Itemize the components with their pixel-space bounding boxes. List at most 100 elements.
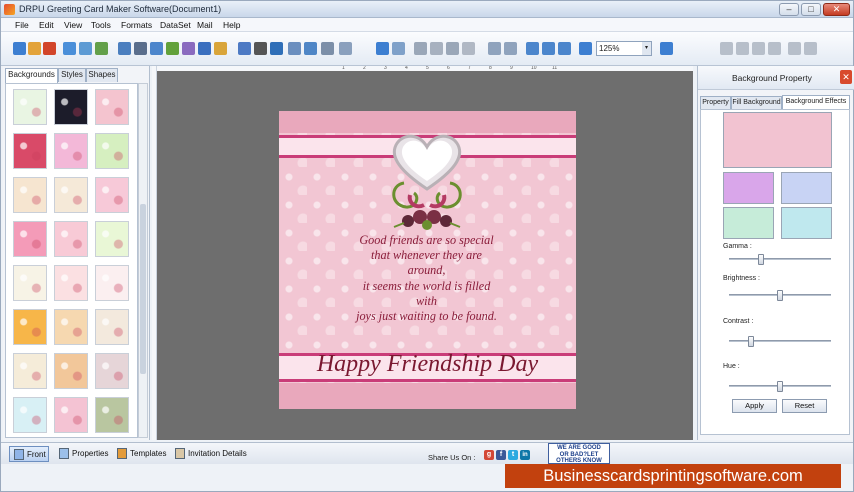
brightness-slider[interactable] bbox=[729, 290, 831, 301]
save-icon[interactable] bbox=[63, 42, 76, 55]
background-thumbnail[interactable] bbox=[54, 221, 88, 257]
print-icon[interactable] bbox=[134, 42, 147, 55]
delete-icon[interactable] bbox=[462, 42, 475, 55]
background-thumbnail[interactable] bbox=[54, 397, 88, 433]
slider-knob[interactable] bbox=[748, 336, 755, 347]
menu-dataset[interactable]: DataSet bbox=[160, 20, 191, 30]
background-thumbnail[interactable] bbox=[13, 221, 47, 257]
background-thumbnail[interactable] bbox=[13, 265, 47, 301]
effect-swatch[interactable] bbox=[723, 207, 774, 239]
hue-slider[interactable] bbox=[729, 381, 831, 392]
background-thumbnail[interactable] bbox=[95, 353, 129, 389]
undo-icon[interactable] bbox=[376, 42, 389, 55]
menu-tools[interactable]: Tools bbox=[91, 20, 111, 30]
heart-frame-icon[interactable] bbox=[384, 125, 470, 235]
background-thumbnail[interactable] bbox=[95, 309, 129, 345]
menu-file[interactable]: File bbox=[15, 20, 29, 30]
chevron-down-icon[interactable]: ▾ bbox=[642, 42, 651, 55]
new-icon[interactable] bbox=[13, 42, 26, 55]
facebook-icon[interactable]: f bbox=[496, 450, 506, 460]
background-thumbnail[interactable] bbox=[95, 177, 129, 213]
copy-icon[interactable] bbox=[150, 42, 163, 55]
fit-icon[interactable] bbox=[542, 42, 555, 55]
copy-doc-icon[interactable] bbox=[430, 42, 443, 55]
word-art-icon[interactable] bbox=[238, 42, 251, 55]
background-thumbnail[interactable] bbox=[13, 177, 47, 213]
left-panel-scrollbar[interactable] bbox=[138, 83, 148, 438]
barcode-icon[interactable] bbox=[254, 42, 267, 55]
save-as-icon[interactable] bbox=[79, 42, 92, 55]
background-thumbnail[interactable] bbox=[54, 265, 88, 301]
background-thumbnail[interactable] bbox=[95, 133, 129, 169]
paste-icon[interactable] bbox=[446, 42, 459, 55]
lock-icon[interactable] bbox=[720, 42, 733, 55]
export-icon[interactable] bbox=[95, 42, 108, 55]
tab-background-effects[interactable]: Background Effects bbox=[782, 95, 850, 109]
slider-knob[interactable] bbox=[777, 290, 783, 301]
image-icon[interactable] bbox=[166, 42, 179, 55]
card-message[interactable]: Good friends are so special that wheneve… bbox=[319, 233, 534, 324]
background-thumbnail[interactable] bbox=[13, 133, 47, 169]
zoom-combo[interactable]: 125% ▾ bbox=[596, 41, 652, 56]
pen-icon[interactable] bbox=[198, 42, 211, 55]
menu-formats[interactable]: Formats bbox=[121, 20, 152, 30]
effect-swatch[interactable] bbox=[781, 172, 832, 204]
center-icon[interactable] bbox=[558, 42, 571, 55]
slider-knob[interactable] bbox=[757, 254, 764, 265]
print-preview-icon[interactable] bbox=[118, 42, 131, 55]
card-headline[interactable]: Happy Friendship Day bbox=[279, 351, 576, 378]
align-right-icon[interactable] bbox=[504, 42, 517, 55]
arrow-down-icon[interactable] bbox=[804, 42, 817, 55]
invitation-details-button[interactable]: Invitation Details bbox=[171, 446, 251, 462]
close-icon[interactable]: ✕ bbox=[840, 70, 852, 84]
menu-view[interactable]: View bbox=[64, 20, 82, 30]
menu-help[interactable]: Help bbox=[223, 20, 240, 30]
scrollbar-thumb[interactable] bbox=[140, 204, 146, 374]
reset-button[interactable]: Reset bbox=[782, 399, 827, 413]
twitter-icon[interactable]: t bbox=[508, 450, 518, 460]
feedback-badge[interactable]: WE ARE GOOD OR BAD?LET OTHERS KNOW bbox=[548, 443, 610, 464]
contrast-slider[interactable] bbox=[729, 336, 831, 347]
properties-button[interactable]: Properties bbox=[55, 446, 111, 462]
menu-mail[interactable]: Mail bbox=[197, 20, 213, 30]
text-icon[interactable] bbox=[270, 42, 283, 55]
background-thumbnail[interactable] bbox=[54, 177, 88, 213]
close-icon[interactable] bbox=[43, 42, 56, 55]
background-thumbnail[interactable] bbox=[54, 89, 88, 125]
align-left-icon[interactable] bbox=[488, 42, 501, 55]
background-thumbnail[interactable] bbox=[54, 309, 88, 345]
grid-icon[interactable] bbox=[526, 42, 539, 55]
rectangle-icon[interactable] bbox=[304, 42, 317, 55]
tab-fill-background[interactable]: Fill Background bbox=[731, 96, 782, 109]
background-thumbnail[interactable] bbox=[13, 353, 47, 389]
close-window-button[interactable]: ✕ bbox=[823, 3, 850, 16]
background-thumbnail[interactable] bbox=[13, 89, 47, 125]
background-thumbnail[interactable] bbox=[54, 133, 88, 169]
page-setup-icon[interactable] bbox=[339, 42, 352, 55]
arrow-left-icon[interactable] bbox=[752, 42, 765, 55]
arrow-right-icon[interactable] bbox=[768, 42, 781, 55]
page-icon[interactable] bbox=[321, 42, 334, 55]
background-thumbnail[interactable] bbox=[13, 309, 47, 345]
tab-shapes[interactable]: Shapes bbox=[86, 68, 118, 82]
minimize-button[interactable]: – bbox=[779, 3, 799, 16]
zoom-out-icon[interactable] bbox=[660, 42, 673, 55]
background-thumbnail[interactable] bbox=[13, 397, 47, 433]
gamma-slider[interactable] bbox=[729, 254, 831, 265]
menu-edit[interactable]: Edit bbox=[39, 20, 54, 30]
tab-styles[interactable]: Styles bbox=[58, 68, 86, 82]
tab-property[interactable]: Property bbox=[700, 96, 731, 109]
effect-swatch[interactable] bbox=[781, 207, 832, 239]
apply-button[interactable]: Apply bbox=[732, 399, 777, 413]
slider-knob[interactable] bbox=[777, 381, 783, 392]
background-thumbnail[interactable] bbox=[95, 89, 129, 125]
tab-backgrounds[interactable]: Backgrounds bbox=[5, 68, 58, 83]
templates-button[interactable]: Templates bbox=[113, 446, 169, 462]
background-thumbnail[interactable] bbox=[95, 221, 129, 257]
shape-icon[interactable] bbox=[214, 42, 227, 55]
background-thumbnail[interactable] bbox=[95, 265, 129, 301]
picture-icon[interactable] bbox=[288, 42, 301, 55]
effect-swatch[interactable] bbox=[723, 172, 774, 204]
arrow-up-icon[interactable] bbox=[788, 42, 801, 55]
background-thumbnail[interactable] bbox=[95, 397, 129, 433]
